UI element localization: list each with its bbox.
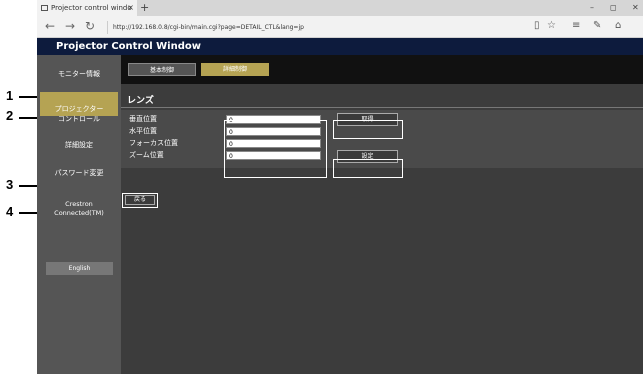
minimize-icon[interactable]: – [590,0,594,16]
callout-number: 1 [6,88,14,103]
refresh-icon[interactable]: ↻ [85,19,95,33]
callout-number: 3 [6,177,14,192]
callout-highlight-set [333,159,403,178]
section-divider [121,107,643,108]
horizontal-position-label: 水平位置 [129,127,157,135]
sidebar-item-label: プロジェクター コントロール [54,105,104,123]
vertical-position-label: 垂直位置 [129,115,157,123]
reading-view-icon[interactable]: ▯ [534,20,540,31]
new-tab-icon[interactable]: + [140,0,149,16]
maximize-icon[interactable]: ◻ [610,0,617,16]
app-title: Projector Control Window [37,38,643,55]
browser-tab[interactable]: Projector control windo × [37,0,137,16]
callout-highlight-back [122,193,158,208]
callout-highlight-fields [224,120,327,178]
top-tab-bar: 基本制御 詳細制御 [121,55,643,84]
address-bar: ← → ↻ http://192.168.0.8/cgi-bin/main.cg… [37,16,643,38]
english-button[interactable]: English [46,262,113,275]
tab-detail-control[interactable]: 詳細制御 [201,63,269,76]
hub-icon[interactable]: ≡ [572,20,580,31]
close-window-icon[interactable]: ✕ [632,0,639,16]
tab-bar: Projector control windo × + – ◻ ✕ [37,0,643,16]
callout-number: 2 [6,108,14,123]
sidebar-item-change-password[interactable]: パスワード変更 [37,168,121,178]
favorite-star-icon[interactable]: ☆ [547,20,556,31]
tab-title: Projector control windo [51,4,132,12]
callout-highlight-get [333,120,403,139]
sidebar: モニター情報 プロジェクター コントロール 詳細設定 パスワード変更 Crest… [37,55,121,374]
sidebar-item-monitor-info[interactable]: モニター情報 [37,69,121,79]
share-icon[interactable]: ⌂ [615,20,621,31]
url-input[interactable]: http://192.168.0.8/cgi-bin/main.cgi?page… [107,21,517,34]
sidebar-item-crestron[interactable]: Crestron Connected(TM) [37,200,121,218]
callout-number: 4 [6,204,14,219]
forward-arrow-icon[interactable]: → [65,19,75,33]
web-note-icon[interactable]: ✎ [593,20,601,31]
section-title: レンズ [127,96,154,106]
sidebar-item-projector-control[interactable]: プロジェクター コントロール [40,92,118,123]
tab-basic-control[interactable]: 基本制御 [128,63,196,76]
page-icon [41,5,48,11]
back-arrow-icon[interactable]: ← [45,19,55,33]
focus-position-label: フォーカス位置 [129,139,178,147]
zoom-position-label: ズーム位置 [129,151,164,159]
sidebar-item-detail-settings[interactable]: 詳細設定 [37,140,121,150]
close-tab-icon[interactable]: × [127,0,134,16]
browser-window: Projector control windo × + – ◻ ✕ ← → ↻ … [37,0,643,374]
